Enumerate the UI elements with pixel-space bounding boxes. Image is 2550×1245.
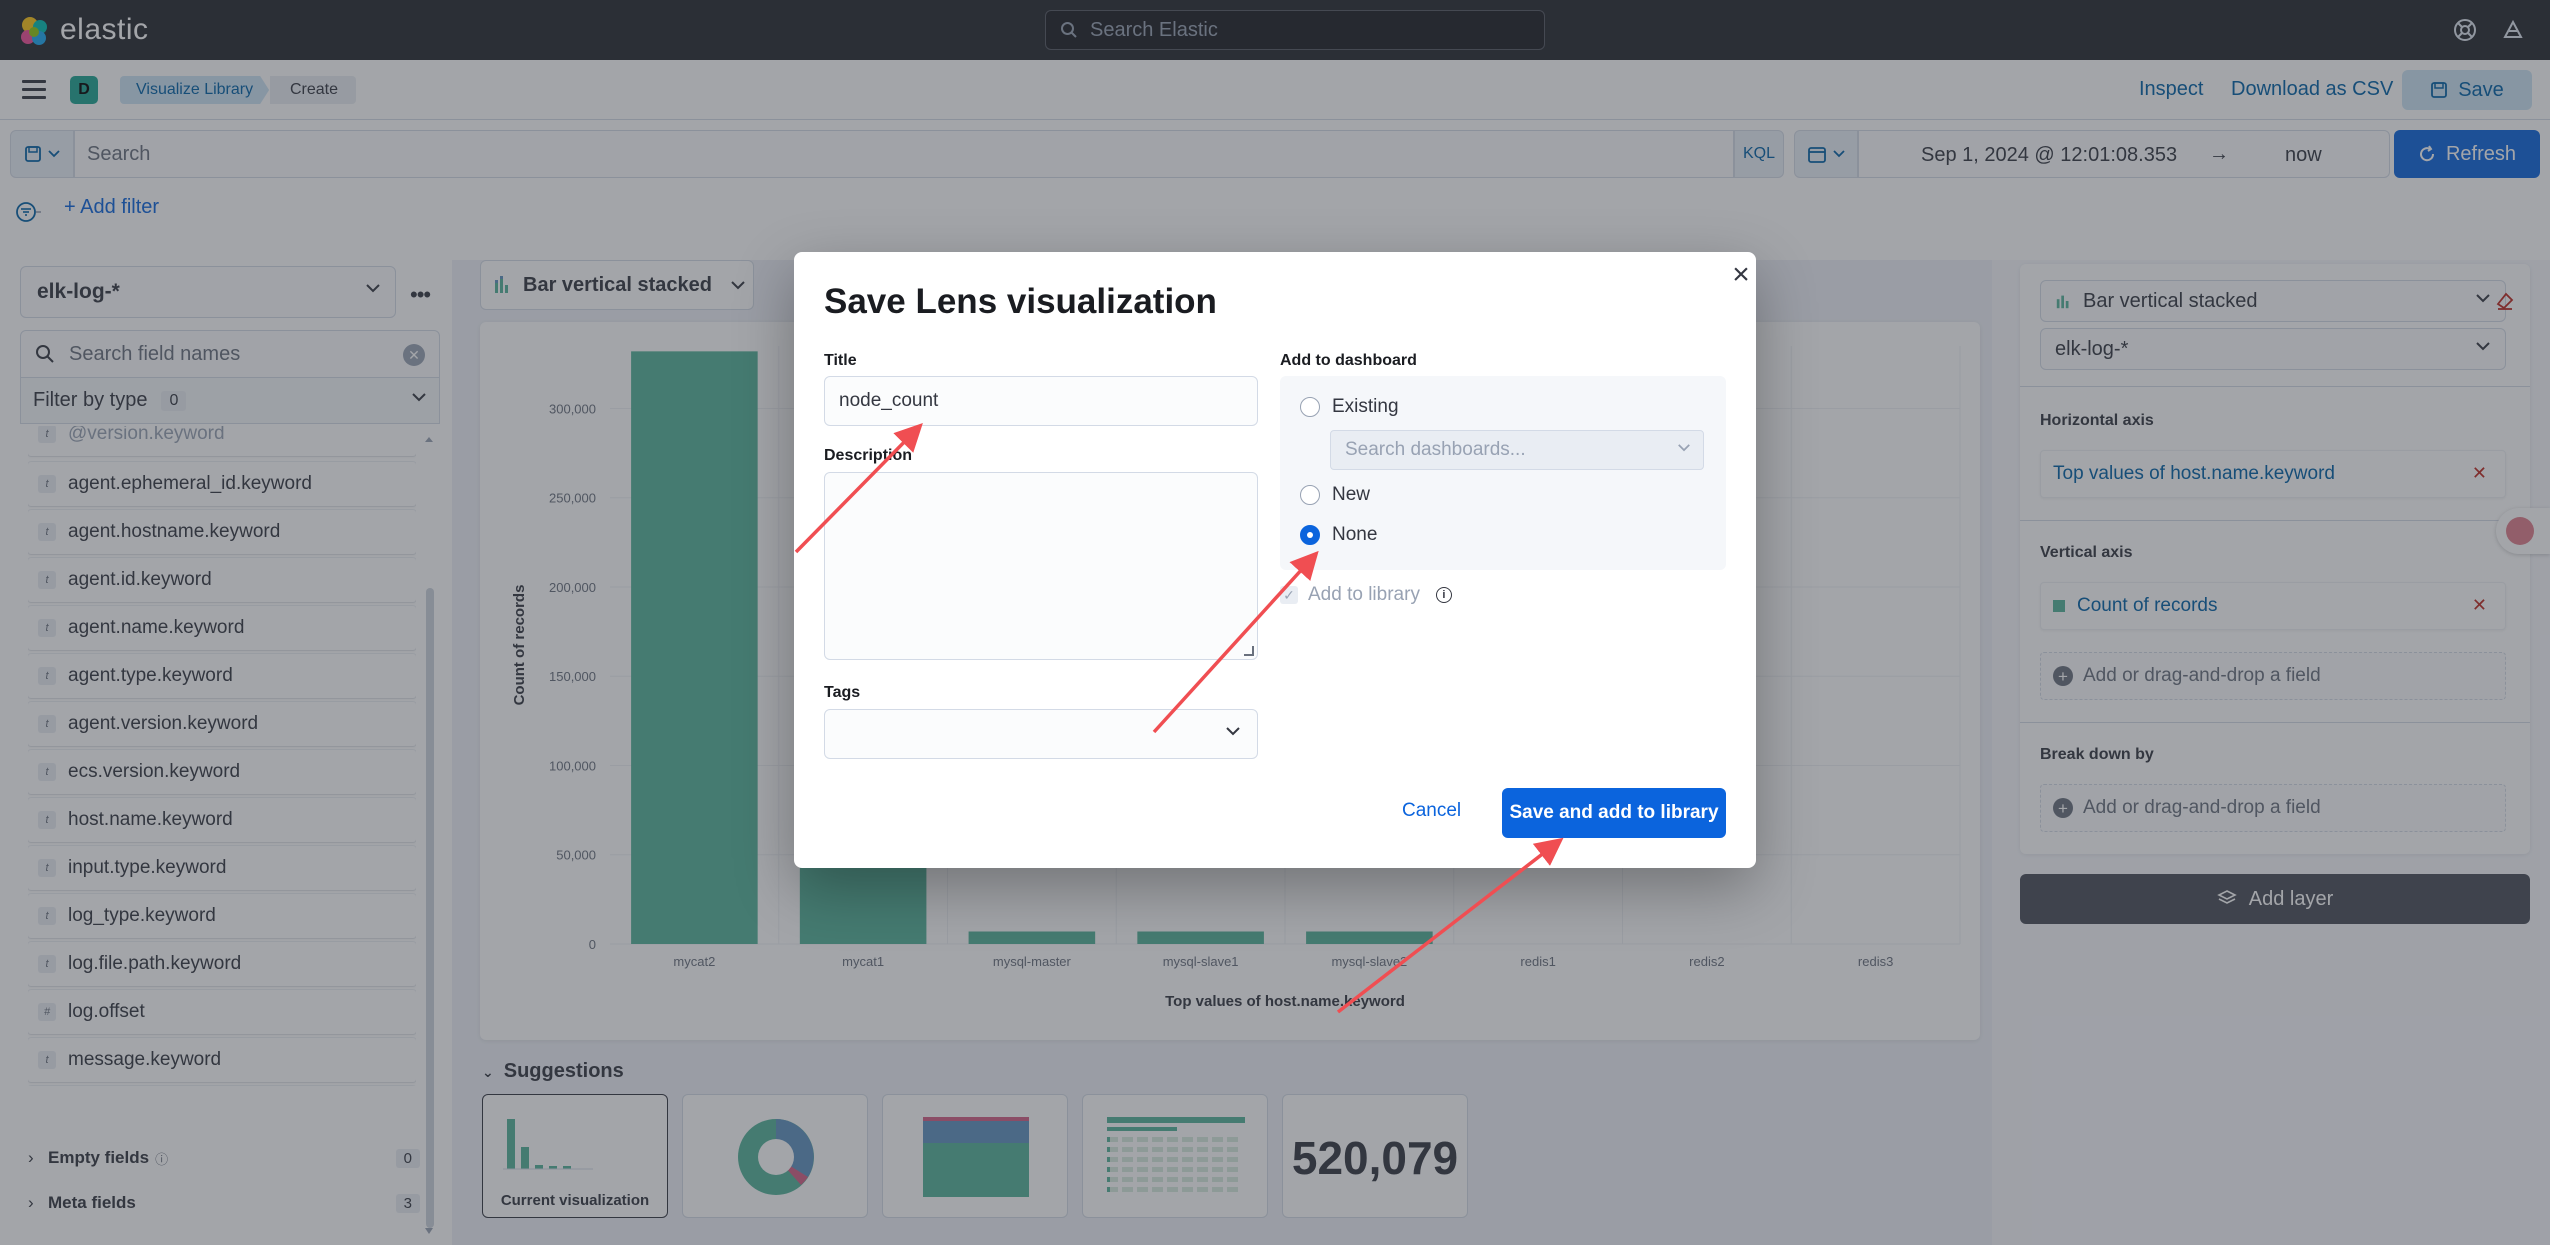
title-input[interactable]: node_count xyxy=(824,376,1258,426)
description-textarea[interactable] xyxy=(824,472,1258,660)
add-to-dashboard-label: Add to dashboard xyxy=(1280,352,1417,369)
radio-existing-label[interactable]: Existing xyxy=(1332,396,1399,418)
radio-none-control[interactable] xyxy=(1300,525,1320,545)
check-icon: ✓ xyxy=(1280,586,1298,604)
title-label: Title xyxy=(824,352,857,369)
add-to-dashboard-options: Existing Search dashboards... New None xyxy=(1280,376,1726,570)
description-label: Description xyxy=(824,447,913,464)
close-icon[interactable]: × xyxy=(1728,260,1754,290)
resize-handle-icon[interactable] xyxy=(1244,646,1254,656)
radio-existing-control[interactable] xyxy=(1300,397,1320,417)
add-to-library-checkbox: ✓ Add to library i xyxy=(1280,584,1452,606)
cancel-button[interactable]: Cancel xyxy=(1402,800,1461,830)
dashboard-search-placeholder: Search dashboards... xyxy=(1345,439,1526,460)
title-input-value: node_count xyxy=(839,390,939,411)
info-icon[interactable]: i xyxy=(1435,587,1452,603)
radio-none[interactable]: None xyxy=(1300,524,1377,546)
radio-existing[interactable]: Existing xyxy=(1300,396,1399,418)
chevron-down-icon xyxy=(1678,444,1690,452)
save-and-add-to-library-button[interactable]: Save and add to library xyxy=(1502,788,1726,838)
radio-new[interactable]: New xyxy=(1300,484,1370,506)
radio-new-control[interactable] xyxy=(1300,485,1320,505)
tags-label: Tags xyxy=(824,684,861,701)
dashboard-search-select: Search dashboards... xyxy=(1330,430,1704,470)
add-to-library-label: Add to library xyxy=(1308,584,1420,605)
save-modal: × Save Lens visualization Title node_cou… xyxy=(794,252,1756,868)
radio-none-label[interactable]: None xyxy=(1332,524,1377,546)
radio-new-label[interactable]: New xyxy=(1332,484,1370,506)
chevron-down-icon xyxy=(1226,727,1240,736)
modal-title: Save Lens visualization xyxy=(824,282,1217,321)
tags-select[interactable] xyxy=(824,709,1258,759)
